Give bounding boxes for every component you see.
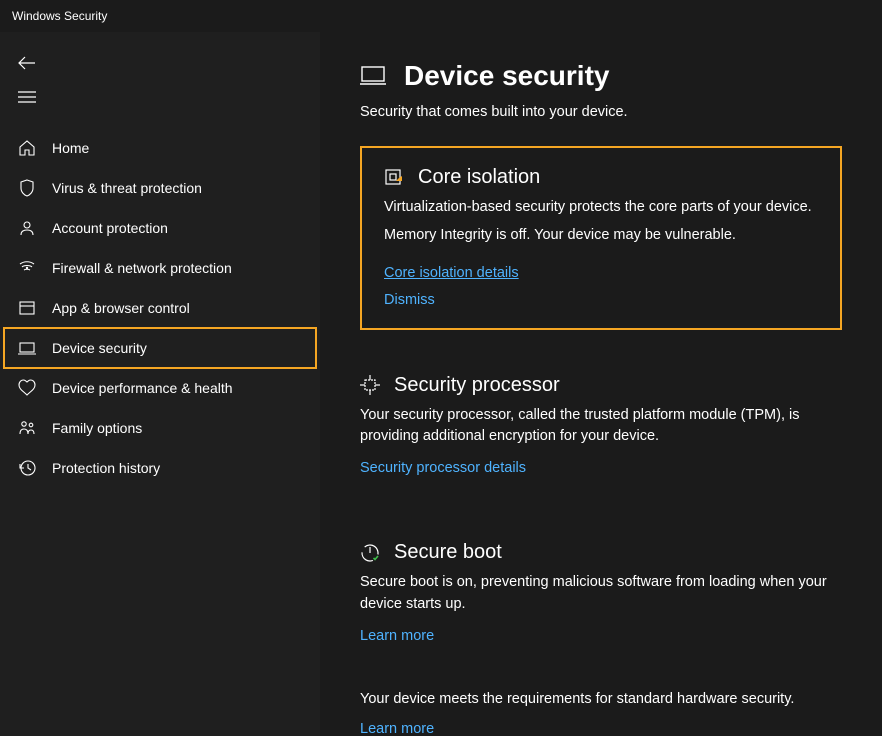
card-header: Core isolation: [384, 166, 818, 189]
window-titlebar: Windows Security: [0, 0, 882, 32]
secure-boot-learn-more-link[interactable]: Learn more: [360, 628, 434, 644]
sidebar-item-label: Device security: [52, 340, 147, 356]
sidebar-item-label: Device performance & health: [52, 380, 233, 396]
sidebar-item-label: Home: [52, 140, 89, 156]
back-button[interactable]: [12, 46, 52, 80]
card-description: Your security processor, called the trus…: [360, 405, 842, 449]
core-isolation-details-link[interactable]: Core isolation details: [384, 265, 519, 281]
history-icon: [16, 459, 38, 477]
home-icon: [16, 139, 38, 157]
card-title: Security processor: [394, 374, 560, 397]
sidebar-item-firewall[interactable]: Firewall & network protection: [0, 248, 320, 288]
footer-section: Your device meets the requirements for s…: [360, 691, 842, 736]
hamburger-icon: [18, 90, 36, 104]
window-title: Windows Security: [12, 9, 107, 23]
sidebar-item-label: App & browser control: [52, 300, 190, 316]
menu-button[interactable]: [12, 80, 52, 114]
card-header: Secure boot: [360, 541, 842, 564]
content-area: Device security Security that comes buil…: [320, 32, 882, 736]
card-header: Security processor: [360, 374, 842, 397]
device-icon: [16, 339, 38, 357]
health-icon: [16, 379, 38, 397]
sidebar-item-protection-history[interactable]: Protection history: [0, 448, 320, 488]
sidebar-item-device-security[interactable]: Device security: [4, 328, 316, 368]
sidebar-item-label: Virus & threat protection: [52, 180, 202, 196]
security-processor-details-link[interactable]: Security processor details: [360, 460, 526, 476]
sidebar-item-label: Firewall & network protection: [52, 260, 232, 276]
core-isolation-icon: [384, 168, 404, 188]
back-arrow-icon: [18, 56, 36, 70]
sidebar-top: [0, 46, 320, 114]
account-icon: [16, 219, 38, 237]
sidebar-item-app-browser[interactable]: App & browser control: [0, 288, 320, 328]
card-title: Core isolation: [418, 166, 540, 189]
sidebar-item-label: Family options: [52, 420, 142, 436]
footer-description: Your device meets the requirements for s…: [360, 691, 820, 707]
sidebar-item-family[interactable]: Family options: [0, 408, 320, 448]
card-description: Virtualization-based security protects t…: [384, 197, 818, 219]
family-icon: [16, 419, 38, 437]
card-description: Secure boot is on, preventing malicious …: [360, 572, 842, 616]
shield-icon: [16, 179, 38, 197]
sidebar: Home Virus & threat protection Account p…: [0, 32, 320, 736]
page-subtitle: Security that comes built into your devi…: [360, 104, 842, 120]
card-title: Secure boot: [394, 541, 502, 564]
page-header: Device security: [360, 60, 842, 92]
sidebar-item-label: Protection history: [52, 460, 160, 476]
network-icon: [16, 259, 38, 277]
sidebar-item-account[interactable]: Account protection: [0, 208, 320, 248]
nav-list: Home Virus & threat protection Account p…: [0, 128, 320, 488]
app-icon: [16, 299, 38, 317]
security-processor-icon: [360, 375, 380, 395]
card-status: Memory Integrity is off. Your device may…: [384, 225, 818, 247]
sidebar-item-home[interactable]: Home: [0, 128, 320, 168]
device-security-icon: [360, 65, 386, 87]
security-processor-card: Security processor Your security process…: [360, 356, 842, 498]
footer-learn-more-link[interactable]: Learn more: [360, 721, 434, 736]
core-isolation-card: Core isolation Virtualization-based secu…: [360, 146, 842, 330]
secure-boot-icon: [360, 543, 380, 563]
sidebar-item-performance-health[interactable]: Device performance & health: [0, 368, 320, 408]
secure-boot-card: Secure boot Secure boot is on, preventin…: [360, 523, 842, 665]
sidebar-item-virus-threat[interactable]: Virus & threat protection: [0, 168, 320, 208]
dismiss-link[interactable]: Dismiss: [384, 292, 818, 308]
sidebar-item-label: Account protection: [52, 220, 168, 236]
main-layout: Home Virus & threat protection Account p…: [0, 32, 882, 736]
page-title: Device security: [404, 60, 609, 92]
